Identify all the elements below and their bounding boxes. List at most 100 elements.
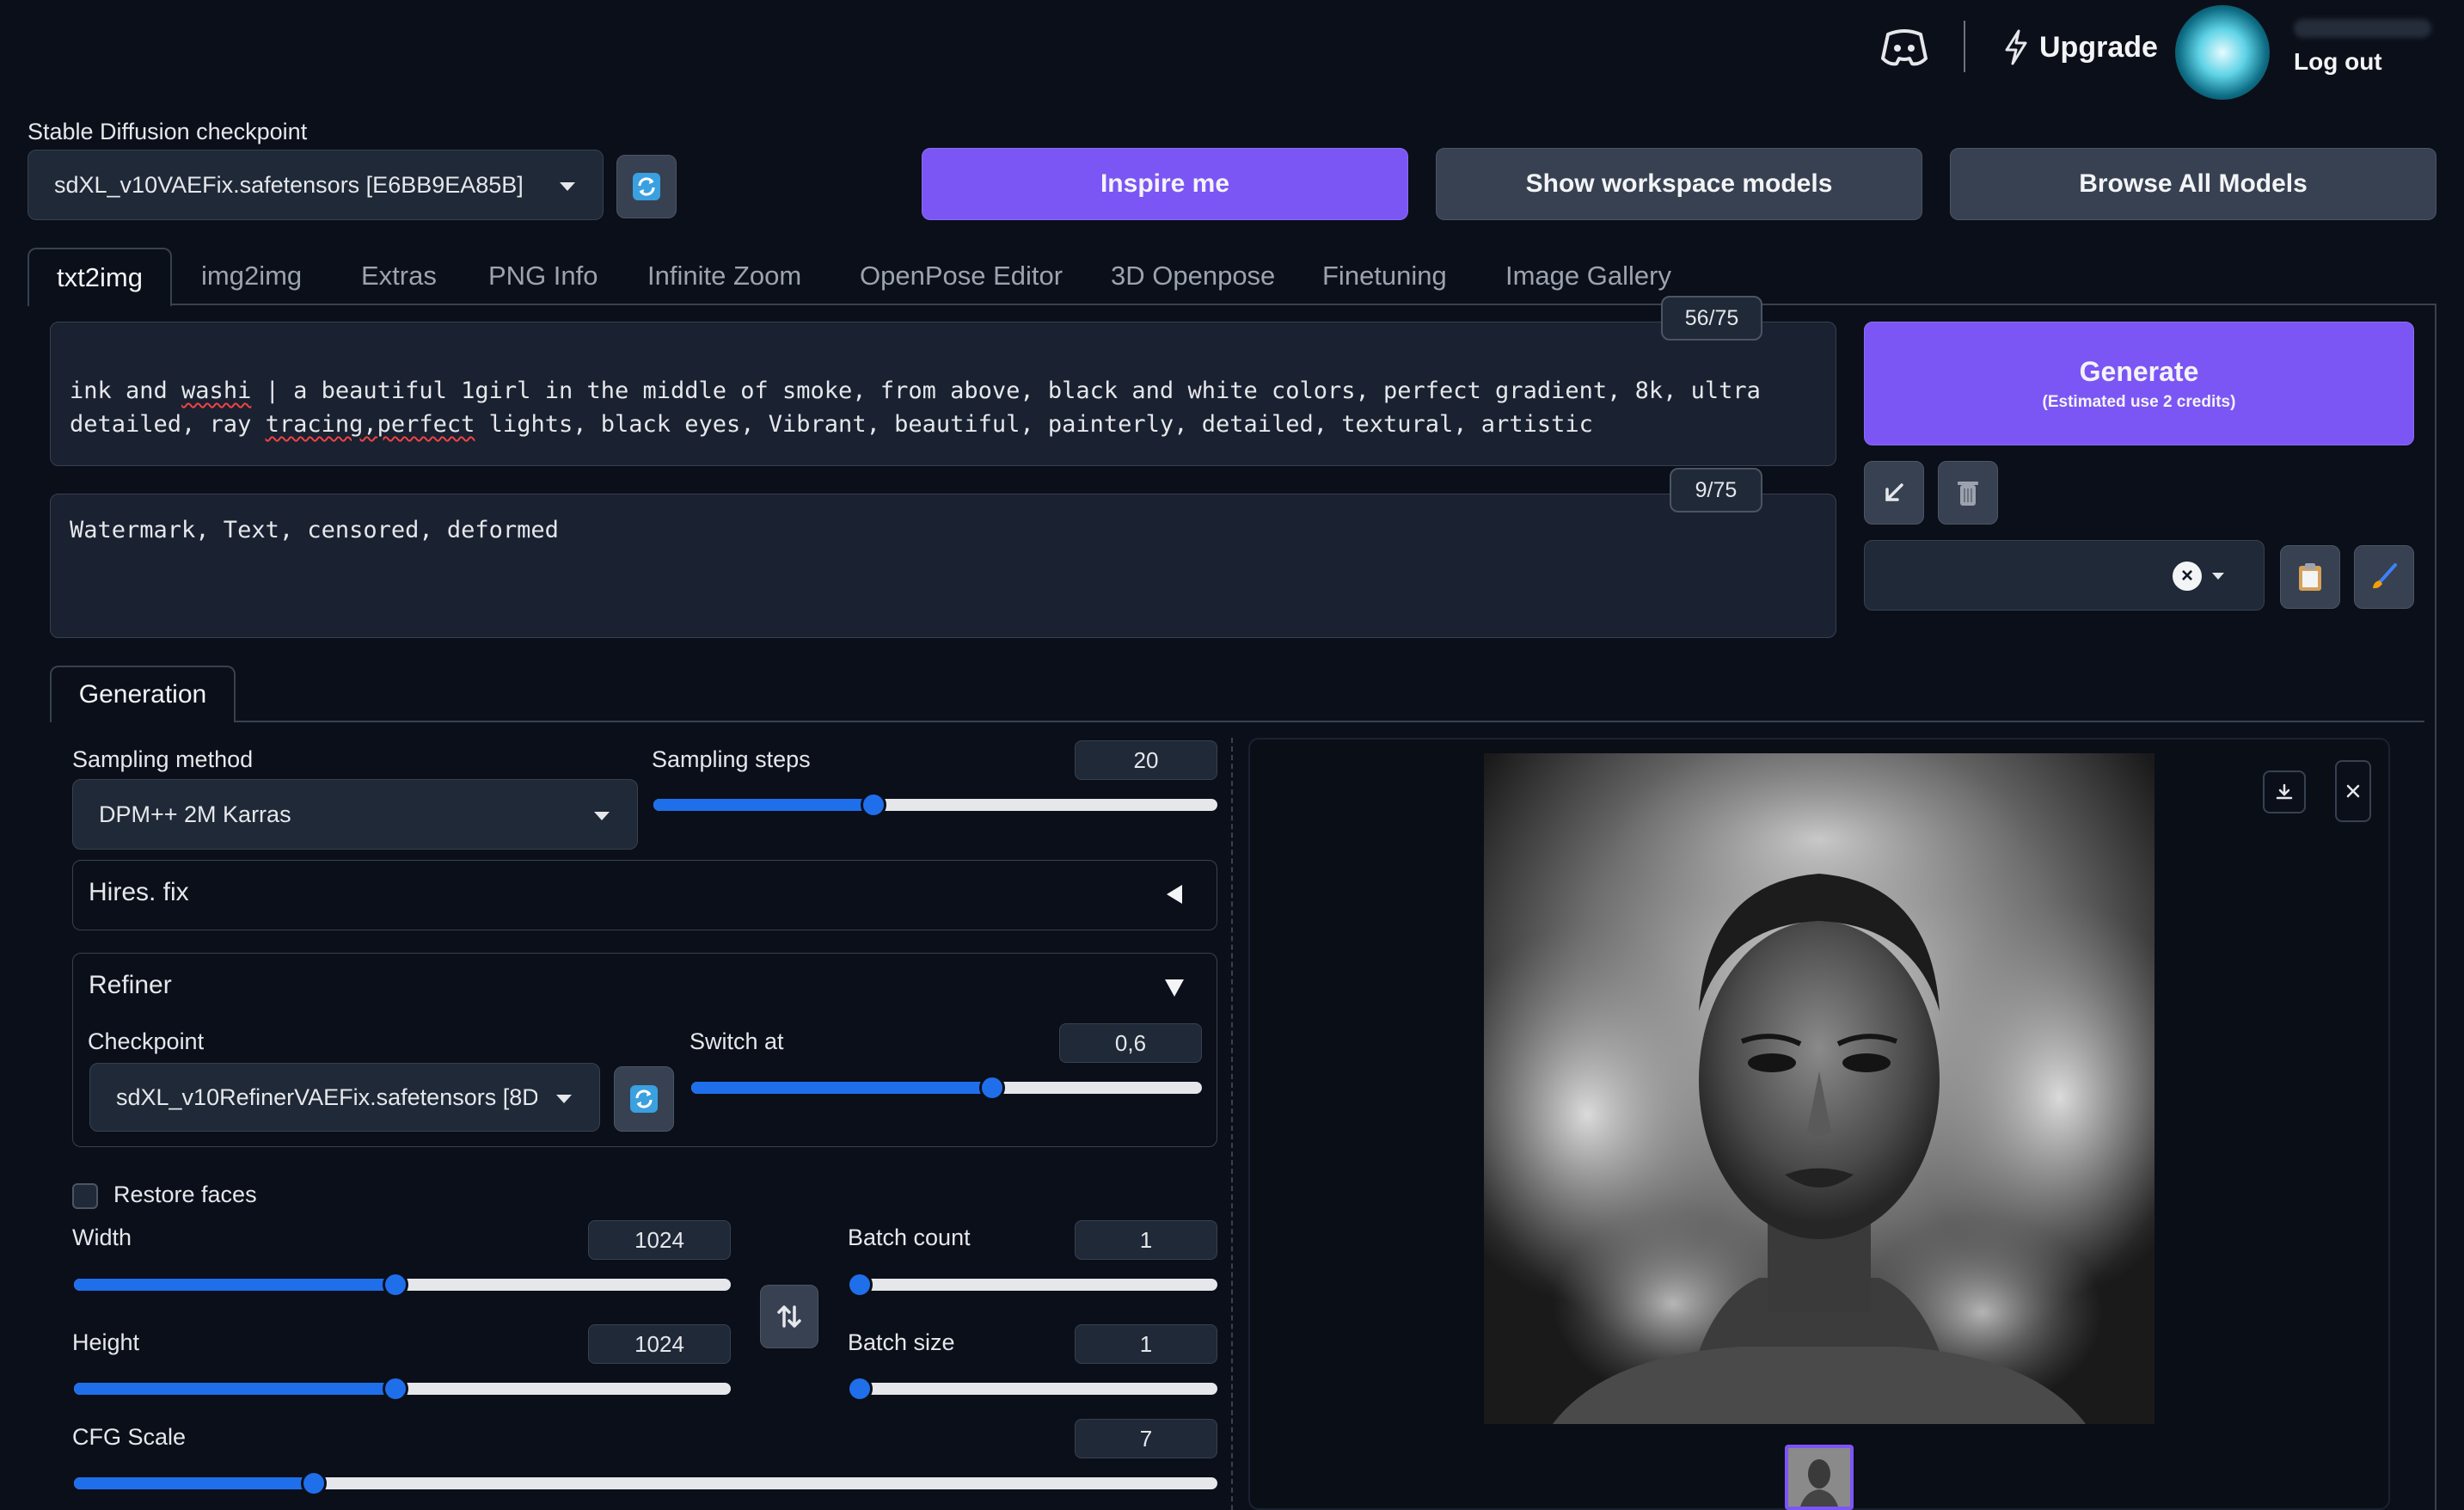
tab-label: PNG Info <box>488 261 598 291</box>
expand-down-icon[interactable] <box>1165 979 1184 997</box>
checkpoint-dropdown[interactable]: sdXL_v10VAEFix.safetensors [E6BB9EA85B] <box>28 150 604 220</box>
height-slider[interactable] <box>74 1376 731 1402</box>
prompt-textarea[interactable]: ink and washi | a beautiful 1girl in the… <box>50 322 1836 466</box>
collapse-left-icon <box>1167 885 1182 904</box>
sampling-steps-slider[interactable] <box>653 792 1217 818</box>
swap-arrows-icon <box>777 1305 801 1328</box>
avatar[interactable] <box>2175 5 2270 100</box>
tab-label: OpenPose Editor <box>860 261 1063 291</box>
chevron-down-icon <box>556 1095 572 1103</box>
sampling-steps-label: Sampling steps <box>652 746 811 772</box>
tab-label: 3D Openpose <box>1111 261 1276 291</box>
tab-generation[interactable]: Generation <box>50 666 236 722</box>
tab-img2img[interactable]: img2img <box>201 248 302 304</box>
tab-3d-openpose[interactable]: 3D Openpose <box>1111 248 1275 304</box>
refiner-checkpoint-label: Checkpoint <box>88 1028 205 1054</box>
refiner-checkpoint-dropdown[interactable]: sdXL_v10RefinerVAEFix.safetensors [8D0( <box>89 1063 600 1132</box>
apply-style-button[interactable] <box>2280 545 2340 609</box>
tab-panel-border <box>2435 304 2436 1510</box>
slider-fill <box>691 1082 993 1094</box>
tab-finetuning[interactable]: Finetuning <box>1322 248 1447 304</box>
refresh-refiner-button[interactable] <box>614 1066 674 1132</box>
lightning-icon <box>2005 29 2027 65</box>
tab-txt2img[interactable]: txt2img <box>28 248 172 306</box>
discord-icon[interactable] <box>1879 26 1929 69</box>
cfg-scale-input[interactable]: 7 <box>1075 1419 1217 1458</box>
slider-thumb[interactable] <box>301 1470 328 1496</box>
batch-count-input[interactable]: 1 <box>1075 1220 1217 1260</box>
chevron-down-icon <box>594 812 610 820</box>
switch-at-slider[interactable] <box>691 1075 1202 1101</box>
sampling-steps-input[interactable]: 20 <box>1075 740 1217 780</box>
restore-faces-label: Restore faces <box>113 1182 257 1207</box>
generate-label: Generate <box>2079 355 2199 387</box>
generated-image[interactable] <box>1484 753 2154 1424</box>
tab-openpose-editor[interactable]: OpenPose Editor <box>860 248 1063 304</box>
close-icon <box>2346 784 2360 798</box>
inspire-me-button[interactable]: Inspire me <box>922 148 1408 220</box>
width-label: Width <box>72 1225 132 1250</box>
batch-count-slider[interactable] <box>847 1272 1217 1298</box>
tab-label: Image Gallery <box>1505 261 1671 291</box>
show-workspace-models-button[interactable]: Show workspace models <box>1436 148 1922 220</box>
close-image-button[interactable] <box>2335 760 2371 822</box>
tab-label: txt2img <box>57 262 143 292</box>
arrow-down-left-icon <box>1885 483 1903 501</box>
refresh-checkpoint-button[interactable] <box>616 155 677 218</box>
height-label: Height <box>72 1329 140 1355</box>
tab-extras[interactable]: Extras <box>361 248 437 304</box>
upgrade-label: Upgrade <box>2039 30 2158 64</box>
styles-dropdown[interactable]: × <box>1864 540 2265 611</box>
trash-button[interactable] <box>1938 461 1998 525</box>
negative-prompt-text: Watermark, Text, censored, deformed <box>70 517 559 543</box>
checkpoint-label: Stable Diffusion checkpoint <box>28 119 308 144</box>
refiner-label[interactable]: Refiner <box>89 971 172 1000</box>
prompt-text: ink and washi | a beautiful 1girl in the… <box>70 378 1761 438</box>
width-slider[interactable] <box>74 1272 731 1298</box>
generate-button[interactable]: Generate (Estimated use 2 credits) <box>1864 322 2414 445</box>
upgrade-link[interactable]: Upgrade <box>2003 26 2158 69</box>
slider-thumb[interactable] <box>383 1376 409 1402</box>
hires-fix-label: Hires. fix <box>89 878 189 906</box>
width-input[interactable]: 1024 <box>588 1220 731 1260</box>
slider-thumb[interactable] <box>860 792 886 818</box>
tab-image-gallery[interactable]: Image Gallery <box>1505 248 1671 304</box>
slider-thumb[interactable] <box>847 1272 873 1298</box>
negative-prompt-token-counter: 9/75 <box>1670 468 1762 513</box>
edit-styles-button[interactable] <box>2354 545 2414 609</box>
height-input[interactable]: 1024 <box>588 1324 731 1364</box>
restore-faces-checkbox[interactable] <box>72 1183 98 1209</box>
header-divider <box>1964 21 1965 72</box>
download-button[interactable] <box>2263 770 2306 813</box>
generate-sublabel: (Estimated use 2 credits) <box>2042 392 2236 411</box>
batch-size-label: Batch size <box>848 1329 955 1355</box>
checkpoint-value: sdXL_v10VAEFix.safetensors [E6BB9EA85B] <box>54 171 524 198</box>
generation-tabs-baseline <box>50 721 2424 722</box>
hires-fix-accordion[interactable]: Hires. fix <box>72 860 1217 930</box>
tab-png-info[interactable]: PNG Info <box>488 248 598 304</box>
slider-fill <box>74 1383 396 1395</box>
sampling-method-dropdown[interactable]: DPM++ 2M Karras <box>72 779 638 850</box>
batch-size-input[interactable]: 1 <box>1075 1324 1217 1364</box>
browse-all-models-button[interactable]: Browse All Models <box>1950 148 2436 220</box>
swap-dimensions-button[interactable] <box>760 1285 818 1348</box>
refresh-icon <box>633 173 660 200</box>
clear-icon[interactable]: × <box>2173 562 2202 591</box>
batch-size-slider[interactable] <box>847 1376 1217 1402</box>
slider-thumb[interactable] <box>847 1376 873 1402</box>
logout-link[interactable]: Log out <box>2294 48 2382 76</box>
read-params-button[interactable] <box>1864 461 1924 525</box>
download-icon <box>2276 783 2293 800</box>
batch-count-label: Batch count <box>848 1225 971 1250</box>
switch-at-input[interactable]: 0,6 <box>1059 1023 1202 1063</box>
sampling-method-value: DPM++ 2M Karras <box>99 801 291 827</box>
tab-infinite-zoom[interactable]: Infinite Zoom <box>647 248 801 304</box>
gallery-thumbnail[interactable] <box>1785 1445 1854 1510</box>
cfg-scale-slider[interactable] <box>74 1470 1217 1496</box>
slider-fill <box>74 1279 396 1291</box>
username-blurred <box>2294 19 2431 38</box>
slider-thumb[interactable] <box>383 1272 409 1298</box>
negative-prompt-textarea[interactable]: Watermark, Text, censored, deformed <box>50 494 1836 638</box>
cfg-scale-label: CFG Scale <box>72 1424 187 1450</box>
refiner-checkpoint-value: sdXL_v10RefinerVAEFix.safetensors [8D0( <box>116 1083 537 1110</box>
